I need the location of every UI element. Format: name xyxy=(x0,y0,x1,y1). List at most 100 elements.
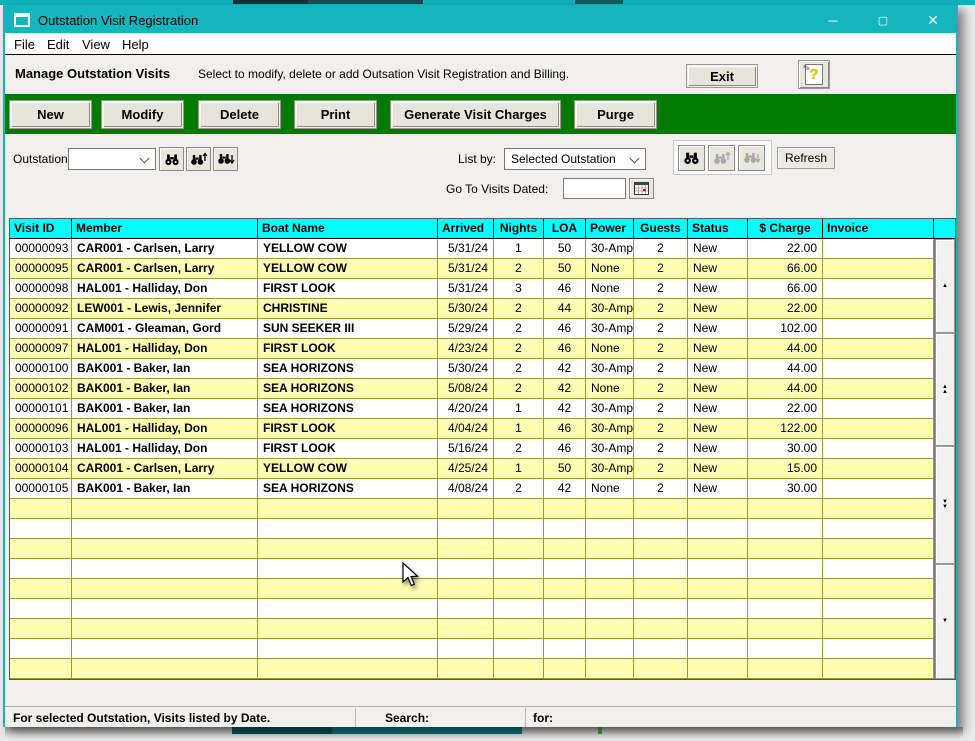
table-cell xyxy=(823,359,934,378)
menu-edit[interactable]: Edit xyxy=(47,37,69,52)
purge-button[interactable]: Purge xyxy=(575,101,656,128)
column-header[interactable]: Invoice xyxy=(823,219,934,238)
empty-table-row[interactable] xyxy=(10,639,955,659)
exit-button[interactable]: Exit xyxy=(687,65,757,87)
find-button[interactable] xyxy=(159,147,184,171)
table-cell xyxy=(688,659,748,678)
table-row[interactable]: 00000103HAL001 - Halliday, DonFIRST LOOK… xyxy=(10,439,955,459)
list-by-label: List by: xyxy=(458,152,496,166)
column-header[interactable]: Status xyxy=(688,219,748,238)
find-previous-button[interactable] xyxy=(186,147,211,171)
close-button[interactable]: ✕ xyxy=(918,7,948,33)
table-cell xyxy=(72,599,258,618)
empty-table-row[interactable] xyxy=(10,619,955,639)
table-cell: 50 xyxy=(544,459,586,478)
table-cell: BAK001 - Baker, Ian xyxy=(72,359,258,378)
column-header[interactable]: Boat Name xyxy=(258,219,438,238)
help-button[interactable]: ? ✎ xyxy=(798,60,830,89)
app-window: Outstation Visit Registration ─ ▢ ✕ File… xyxy=(3,5,958,727)
status-message: For selected Outstation, Visits listed b… xyxy=(13,711,270,725)
table-row[interactable]: 00000096HAL001 - Halliday, DonFIRST LOOK… xyxy=(10,419,955,439)
menu-file[interactable]: File xyxy=(14,37,35,52)
table-cell: 00000101 xyxy=(10,399,72,418)
table-cell xyxy=(634,659,688,678)
table-cell xyxy=(823,499,934,518)
refresh-button[interactable]: Refresh xyxy=(777,147,835,169)
table-row[interactable]: 00000095CAR001 - Carlsen, LarryYELLOW CO… xyxy=(10,259,955,279)
calendar-button[interactable] xyxy=(629,178,654,199)
goto-visits-dated-input[interactable] xyxy=(563,178,626,199)
grid-find-next-button-disabled[interactable] xyxy=(738,145,765,171)
empty-table-row[interactable] xyxy=(10,659,955,679)
empty-table-row[interactable] xyxy=(10,519,955,539)
table-cell xyxy=(438,539,494,558)
table-cell: 102.00 xyxy=(748,319,823,338)
find-next-button[interactable] xyxy=(213,147,238,171)
table-cell xyxy=(748,499,823,518)
goto-visits-dated-label: Go To Visits Dated: xyxy=(446,182,548,196)
empty-table-row[interactable] xyxy=(10,599,955,619)
minimize-button[interactable]: ─ xyxy=(818,7,848,33)
maximize-button[interactable]: ▢ xyxy=(868,7,898,33)
table-row[interactable]: 00000093CAR001 - Carlsen, LarryYELLOW CO… xyxy=(10,239,955,259)
table-row[interactable]: 00000097HAL001 - Halliday, DonFIRST LOOK… xyxy=(10,339,955,359)
table-cell: YELLOW COW xyxy=(258,459,438,478)
column-header[interactable]: Visit ID xyxy=(10,219,72,238)
table-cell xyxy=(823,319,934,338)
table-cell: 30-Amp xyxy=(586,299,634,318)
column-header[interactable]: Nights xyxy=(494,219,544,238)
scroll-page-up-button[interactable]: ▲ ▲ xyxy=(935,333,955,446)
empty-table-row[interactable] xyxy=(10,539,955,559)
table-cell: 42 xyxy=(544,399,586,418)
column-header[interactable]: LOA xyxy=(544,219,586,238)
empty-table-row[interactable] xyxy=(10,579,955,599)
column-header[interactable]: Arrived xyxy=(438,219,494,238)
table-cell xyxy=(823,659,934,678)
menu-view[interactable]: View xyxy=(82,37,110,52)
column-header[interactable]: $ Charge xyxy=(748,219,823,238)
scroll-page-down-button[interactable]: ▼ ▼ xyxy=(935,446,955,564)
table-cell: 2 xyxy=(494,319,544,338)
menu-help[interactable]: Help xyxy=(122,37,149,52)
table-row[interactable]: 00000105BAK001 - Baker, IanSEA HORIZONS4… xyxy=(10,479,955,499)
table-row[interactable]: 00000098HAL001 - Halliday, DonFIRST LOOK… xyxy=(10,279,955,299)
table-row[interactable]: 00000100BAK001 - Baker, IanSEA HORIZONS5… xyxy=(10,359,955,379)
titlebar[interactable]: Outstation Visit Registration ─ ▢ ✕ xyxy=(5,7,956,33)
table-row[interactable]: 00000104CAR001 - Carlsen, LarryYELLOW CO… xyxy=(10,459,955,479)
search-label: Search: xyxy=(385,711,429,725)
table-cell: New xyxy=(688,459,748,478)
table-row[interactable]: 00000091CAM001 - Gleaman, GordSUN SEEKER… xyxy=(10,319,955,339)
table-cell: 00000104 xyxy=(10,459,72,478)
modify-button[interactable]: Modify xyxy=(102,101,183,128)
list-by-dropdown[interactable]: Selected Outstation xyxy=(504,148,646,170)
column-header[interactable]: Power xyxy=(586,219,634,238)
scroll-up-button[interactable]: ▲ xyxy=(935,239,955,333)
delete-button[interactable]: Delete xyxy=(199,101,280,128)
table-cell xyxy=(10,579,72,598)
table-cell: 30.00 xyxy=(748,439,823,458)
table-cell: 42 xyxy=(544,379,586,398)
column-header[interactable]: Guests xyxy=(634,219,688,238)
scroll-down-button[interactable]: ▼ xyxy=(935,564,955,679)
empty-table-row[interactable] xyxy=(10,499,955,519)
table-cell xyxy=(586,579,634,598)
table-cell: 4/04/24 xyxy=(438,419,494,438)
grid-find-previous-button-disabled[interactable] xyxy=(708,145,735,171)
table-cell: 5/29/24 xyxy=(438,319,494,338)
table-cell: 30-Amp xyxy=(586,459,634,478)
table-row[interactable]: 00000092LEW001 - Lewis, JenniferCHRISTIN… xyxy=(10,299,955,319)
generate-visit-charges-button[interactable]: Generate Visit Charges xyxy=(391,101,560,128)
new-button[interactable]: New xyxy=(10,101,91,128)
table-cell: New xyxy=(688,299,748,318)
empty-table-row[interactable] xyxy=(10,559,955,579)
print-button[interactable]: Print xyxy=(295,101,376,128)
table-cell xyxy=(10,659,72,678)
grid-find-button[interactable] xyxy=(678,145,705,171)
table-cell: 5/30/24 xyxy=(438,359,494,378)
table-row[interactable]: 00000101BAK001 - Baker, IanSEA HORIZONS4… xyxy=(10,399,955,419)
outstation-combobox[interactable] xyxy=(68,148,156,170)
table-cell xyxy=(258,499,438,518)
column-header[interactable]: Member xyxy=(72,219,258,238)
table-cell: 66.00 xyxy=(748,259,823,278)
table-row[interactable]: 00000102BAK001 - Baker, IanSEA HORIZONS5… xyxy=(10,379,955,399)
